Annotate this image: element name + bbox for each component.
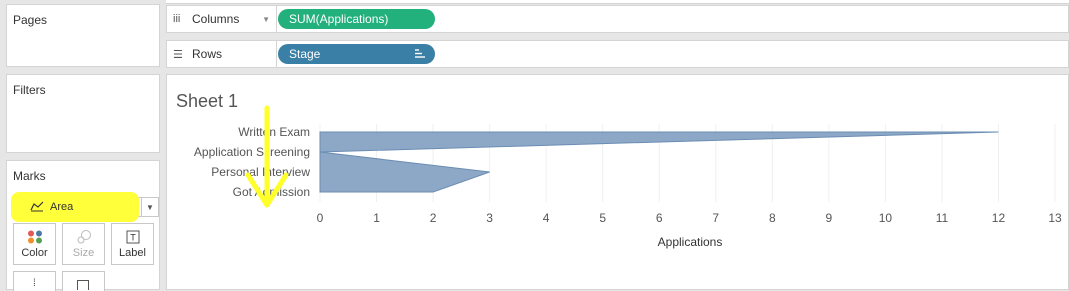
x-tick-label: 0 xyxy=(317,211,324,225)
x-tick-label: 2 xyxy=(430,211,437,225)
x-tick-label: 6 xyxy=(656,211,663,225)
x-axis-title: Applications xyxy=(658,235,723,249)
x-tick-label: 9 xyxy=(826,211,833,225)
row-label: Written Exam xyxy=(238,125,310,139)
x-tick-label: 10 xyxy=(879,211,893,225)
x-tick-label: 5 xyxy=(599,211,606,225)
x-tick-label: 13 xyxy=(1048,211,1062,225)
x-tick-label: 12 xyxy=(992,211,1006,225)
x-tick-label: 3 xyxy=(486,211,493,225)
row-label: Personal Interview xyxy=(211,165,310,179)
area-chart: Written Exam Application Screening Persona… xyxy=(194,105,1062,249)
x-tick-label: 7 xyxy=(712,211,719,225)
x-tick-label: 4 xyxy=(543,211,550,225)
x-tick-label: 1 xyxy=(373,211,380,225)
x-tick-label: 8 xyxy=(769,211,776,225)
row-label: Application Screening xyxy=(194,145,310,159)
x-tick-label: 11 xyxy=(936,211,949,225)
